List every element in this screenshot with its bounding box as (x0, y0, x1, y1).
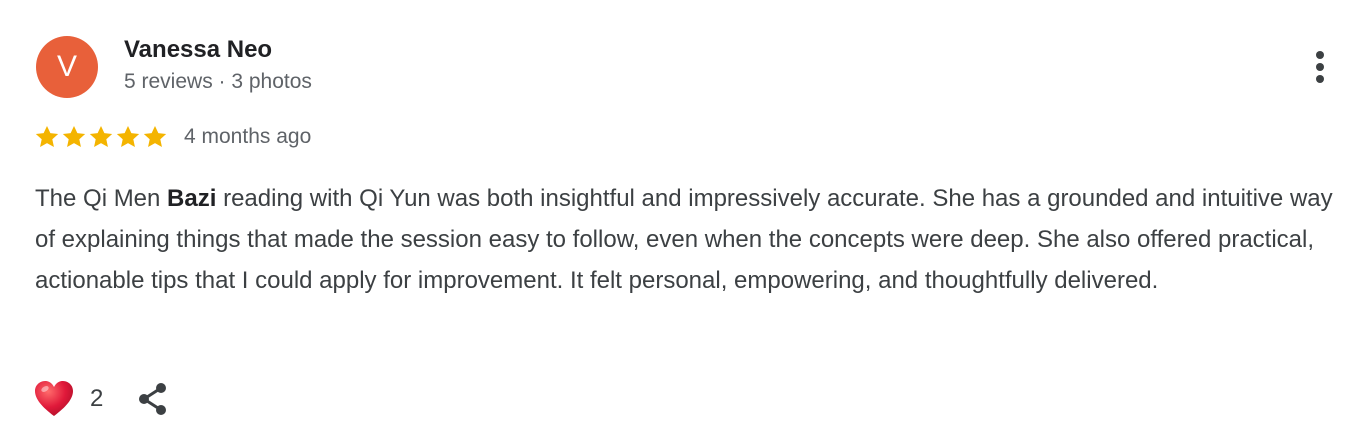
review-text-part: reading with Qi Yun was both insightful … (35, 185, 1333, 294)
star-icon (62, 125, 86, 147)
share-button[interactable] (133, 379, 171, 419)
reviewer-name[interactable]: Vanessa Neo (124, 36, 272, 64)
star-icon (116, 125, 140, 147)
review-date: 4 months ago (184, 125, 312, 148)
review-text-part: The Qi Men (35, 185, 168, 212)
review-text-bold: Bazi (167, 185, 217, 212)
star-rating (34, 124, 168, 150)
heart-icon (35, 381, 73, 416)
star-icon (89, 125, 113, 147)
rating-row: 4 months ago (34, 121, 311, 153)
more-options-button[interactable] (1300, 46, 1340, 88)
review-card: V Vanessa Neo 5 reviews · 3 photos 4 mon… (0, 0, 1368, 446)
avatar-initial: V (56, 50, 77, 83)
like-button[interactable]: 2 (34, 380, 103, 418)
review-actions: 2 (34, 376, 171, 422)
more-vert-icon (1316, 51, 1324, 83)
avatar[interactable]: V (36, 36, 98, 98)
review-text: The Qi Men Bazi reading with Qi Yun was … (35, 178, 1355, 301)
share-icon (139, 383, 167, 415)
star-icon (143, 125, 167, 147)
star-icon (35, 125, 59, 147)
reviewer-meta[interactable]: 5 reviews · 3 photos (124, 70, 312, 94)
like-count: 2 (90, 385, 104, 412)
